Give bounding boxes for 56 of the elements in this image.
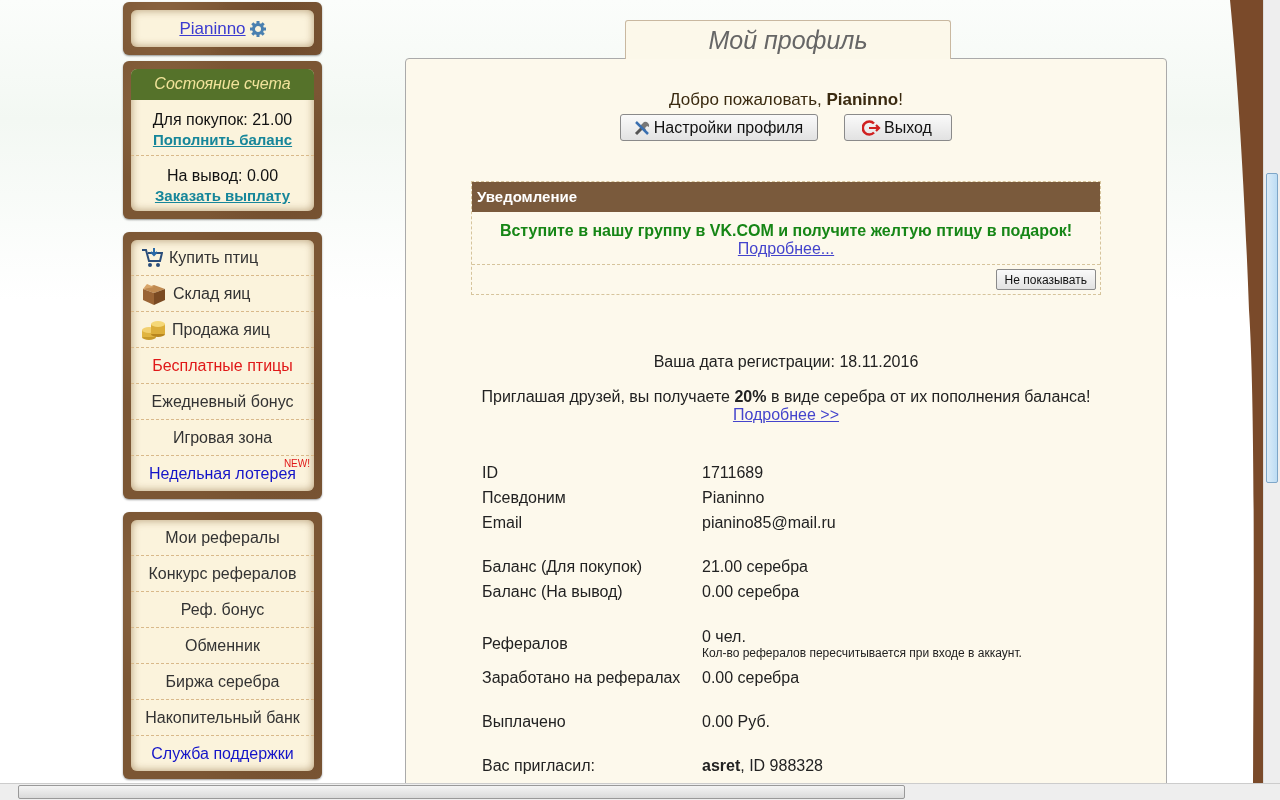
field-value: 1711689 [702,463,764,482]
dismiss-button[interactable]: Не показывать [995,269,1096,290]
balance-text: На вывод: 0.00 [166,167,279,185]
menu-item[interactable]: Ежедневный бонус [151,392,294,411]
menu-item[interactable]: Продажа яиц [172,320,270,339]
field-label: Вас пригласил: [482,756,595,774]
more-link[interactable]: Подробнее... [737,240,835,257]
coins-icon [141,318,166,341]
menu-item[interactable]: Купить птиц [169,248,259,267]
field-value: 0.00 серебра [702,582,800,601]
field-note: Кол-во рефералов пересчитывается при входе в аккаунт. [702,646,1022,660]
field-value: 0.00 серебра [702,668,800,687]
field-label: Выплачено [482,712,566,730]
menu-item[interactable]: Служба поддержки [151,744,294,763]
menu-item[interactable]: Накопительный банк [145,708,300,727]
welcome-text: Добро пожаловать, Pianinno! [669,90,903,110]
horizontal-scrollbar[interactable] [0,783,1280,800]
menu-item[interactable]: Склад яиц [173,284,251,303]
balance-text: Для покупок: 21.00 [152,111,293,129]
field-label: Баланс (На вывод) [482,582,623,600]
menu-item[interactable]: Реф. бонус [180,600,265,619]
field-value: Pianinno [702,488,765,507]
field-label: Заработано на рефералах [482,668,681,686]
settings-button[interactable]: Настройки профиля [620,114,818,141]
menu-item[interactable]: Бесплатные птицы [152,356,293,375]
notice-message: Вступите в нашу группу в VK.COM и получите желтую птицу в подарок! [499,222,1073,240]
notice-header: Уведомление [472,182,1100,212]
field-label: ID [482,463,498,481]
field-value: pianino85@mail.ru [702,513,836,532]
referral-info: Приглашая друзей, вы получаете 20% в виде серебра от их пополнения баланса! [481,388,1091,405]
menu-item[interactable]: Мои рефералы [165,528,280,547]
account-header: Состояние счета [131,69,314,100]
tools-icon [632,118,651,137]
cart-icon [141,247,163,268]
vertical-scrollbar[interactable] [1263,0,1280,783]
logout-icon [862,118,882,137]
field-value: 21.00 серебра [702,557,808,576]
menu-item[interactable]: Биржа серебра [165,672,280,691]
field-label: Рефералов [482,635,568,652]
field-label: Email [482,513,522,531]
box-icon [141,281,167,306]
field-value: 0.00 Руб. [702,712,771,731]
field-value: 0 чел. [702,628,746,646]
logout-button[interactable]: Выход [844,114,952,141]
account-link[interactable]: Пополнить баланс [152,131,293,148]
field-label: Баланс (Для покупок) [482,557,643,575]
more-link[interactable]: Подробнее >> [732,406,840,423]
account-link[interactable]: Заказать выплату [154,187,291,204]
menu-item[interactable]: Конкурс рефералов [148,564,297,583]
field-value: asret, ID 988328 [702,756,823,775]
new-label: NEW! [283,458,310,469]
registration-date: Ваша дата регистрации: 18.11.2016 [653,353,919,370]
menu-item[interactable]: Обменник [185,636,260,655]
menu-item[interactable]: Игровая зона [172,428,273,447]
settings-icon [249,20,266,37]
field-label: Псевдоним [482,488,566,506]
